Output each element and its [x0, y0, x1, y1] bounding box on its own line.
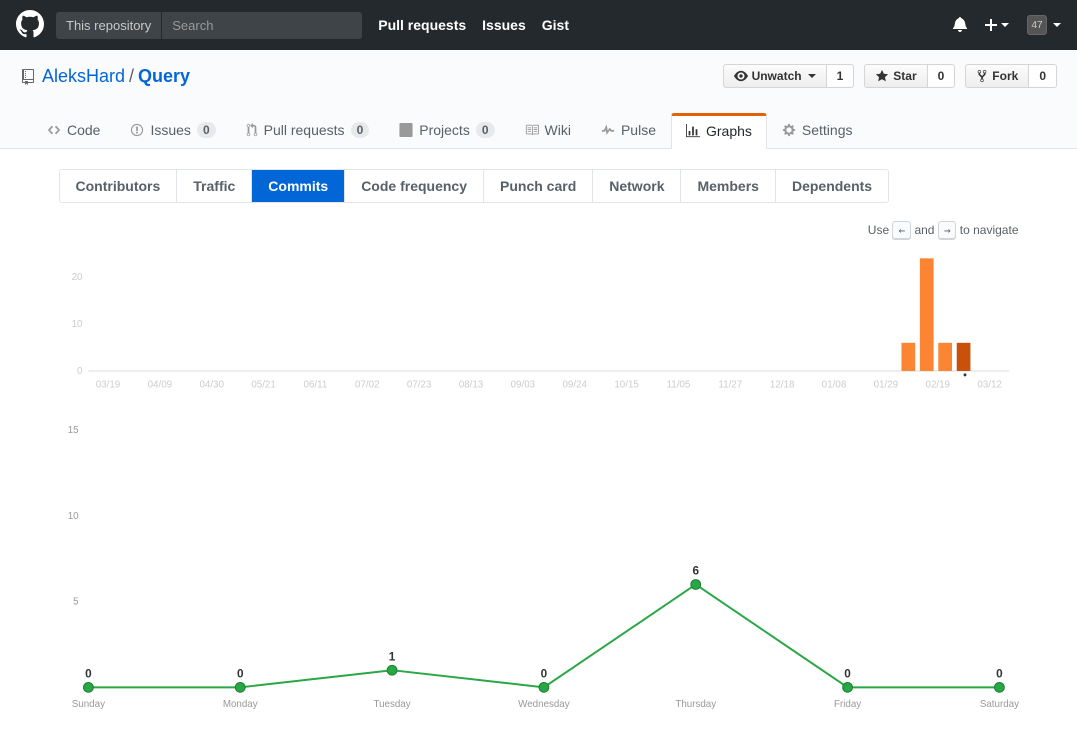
svg-text:Tuesday: Tuesday — [373, 699, 410, 710]
subnav-commits[interactable]: Commits — [252, 170, 345, 202]
key-left: ← — [892, 221, 911, 240]
repo-owner-link[interactable]: AleksHard — [42, 66, 125, 87]
tab-pulse[interactable]: Pulse — [586, 113, 671, 148]
subnav-dependents[interactable]: Dependents — [776, 170, 888, 202]
star-icon — [875, 69, 889, 83]
fork-icon — [976, 69, 988, 83]
svg-text:11/27: 11/27 — [718, 380, 742, 391]
svg-text:03/12: 03/12 — [977, 380, 1001, 391]
graph-icon — [686, 124, 700, 138]
svg-text:15: 15 — [67, 425, 78, 436]
subnav-punch-card[interactable]: Punch card — [484, 170, 593, 202]
svg-text:02/19: 02/19 — [925, 380, 949, 391]
svg-text:Wednesday: Wednesday — [518, 699, 570, 710]
svg-text:01/29: 01/29 — [873, 380, 897, 391]
subnav-members[interactable]: Members — [681, 170, 775, 202]
svg-text:12/18: 12/18 — [769, 380, 794, 391]
star-button[interactable]: Star — [864, 64, 927, 88]
create-new-icon[interactable] — [985, 17, 1009, 33]
svg-text:09/03: 09/03 — [510, 380, 535, 391]
svg-text:6: 6 — [692, 565, 699, 578]
subnav-code-frequency[interactable]: Code frequency — [345, 170, 484, 202]
repo-icon — [20, 69, 36, 85]
search-input[interactable] — [162, 12, 362, 39]
svg-text:0: 0 — [844, 668, 851, 681]
reponav: Code Issues0 Pull requests0 Projects0 Wi… — [20, 113, 1057, 148]
tab-wiki[interactable]: Wiki — [510, 113, 586, 148]
svg-text:06/11: 06/11 — [303, 380, 327, 391]
code-icon — [47, 123, 61, 137]
global-header: This repository Pull requests Issues Gis… — [0, 0, 1077, 50]
user-menu[interactable]: 47 — [1027, 15, 1061, 35]
svg-text:10: 10 — [67, 511, 78, 522]
nav-hint: Use ← and → to navigate — [59, 223, 1019, 237]
nav-issues[interactable]: Issues — [482, 17, 526, 33]
svg-text:05/21: 05/21 — [251, 380, 275, 391]
watch-count[interactable]: 1 — [827, 64, 855, 88]
svg-text:0: 0 — [236, 668, 243, 681]
tab-settings[interactable]: Settings — [767, 113, 868, 148]
svg-text:11/05: 11/05 — [666, 380, 690, 391]
fork-button[interactable]: Fork — [965, 64, 1029, 88]
svg-text:0: 0 — [85, 668, 92, 681]
issue-icon — [130, 123, 144, 137]
svg-text:0: 0 — [996, 668, 1003, 681]
svg-text:Saturday: Saturday — [979, 699, 1018, 710]
svg-text:07/02: 07/02 — [355, 380, 379, 391]
graphs-subnav: Contributors Traffic Commits Code freque… — [59, 169, 890, 203]
svg-text:Friday: Friday — [833, 699, 860, 710]
gear-icon — [782, 123, 796, 137]
eye-icon — [734, 69, 748, 83]
tab-issues[interactable]: Issues0 — [115, 113, 230, 148]
pr-icon — [246, 123, 258, 137]
svg-text:10/15: 10/15 — [614, 380, 639, 391]
svg-text:04/09: 04/09 — [147, 380, 171, 391]
svg-text:5: 5 — [73, 597, 79, 608]
svg-text:Sunday: Sunday — [71, 699, 104, 710]
commits-bar-chart: 0 10 20 03/19 04/09 04/30 05/21 06/11 07/02 07/23… — [59, 247, 1019, 397]
svg-text:09/24: 09/24 — [562, 380, 587, 391]
svg-text:01/08: 01/08 — [821, 380, 846, 391]
repo-name-link[interactable]: Query — [138, 66, 190, 87]
svg-text:1: 1 — [388, 650, 395, 663]
repo-actions: Unwatch 1 Star 0 Fork 0 — [723, 64, 1057, 88]
book-icon — [525, 123, 539, 137]
svg-text:04/30: 04/30 — [199, 380, 224, 391]
tab-graphs[interactable]: Graphs — [671, 113, 767, 149]
subnav-network[interactable]: Network — [593, 170, 681, 202]
nav-gist[interactable]: Gist — [542, 17, 569, 33]
svg-text:Thursday: Thursday — [675, 699, 716, 710]
svg-text:0: 0 — [540, 668, 547, 681]
tab-projects[interactable]: Projects0 — [384, 113, 509, 148]
pulse-icon — [601, 123, 615, 137]
svg-text:20: 20 — [71, 272, 82, 283]
commits-line-chart: 5 10 15 0 Sunday 0 Monday 1 Tuesday 0 Wednesday 6 Th… — [59, 400, 1019, 720]
fork-count[interactable]: 0 — [1029, 64, 1057, 88]
star-count[interactable]: 0 — [928, 64, 956, 88]
svg-text:08/13: 08/13 — [458, 380, 483, 391]
key-right: → — [938, 221, 957, 240]
header-nav: Pull requests Issues Gist — [378, 17, 569, 33]
tab-pull-requests[interactable]: Pull requests0 — [231, 113, 385, 148]
github-logo[interactable] — [16, 10, 44, 41]
tab-code[interactable]: Code — [32, 113, 115, 148]
subnav-traffic[interactable]: Traffic — [177, 170, 252, 202]
svg-text:07/23: 07/23 — [406, 380, 431, 391]
project-icon — [399, 123, 413, 137]
search-context-button[interactable]: This repository — [56, 12, 161, 39]
unwatch-button[interactable]: Unwatch — [723, 64, 827, 88]
nav-pull-requests[interactable]: Pull requests — [378, 17, 466, 33]
svg-text:10: 10 — [71, 319, 82, 330]
svg-text:03/19: 03/19 — [95, 380, 119, 391]
repohead: AleksHard / Query Unwatch 1 Star 0 Fork … — [0, 50, 1077, 149]
svg-text:Monday: Monday — [222, 699, 257, 710]
repo-title: AleksHard / Query — [20, 66, 190, 87]
svg-text:0: 0 — [77, 366, 83, 377]
subnav-contributors[interactable]: Contributors — [60, 170, 178, 202]
notifications-icon[interactable] — [953, 16, 967, 35]
avatar: 47 — [1027, 15, 1047, 35]
